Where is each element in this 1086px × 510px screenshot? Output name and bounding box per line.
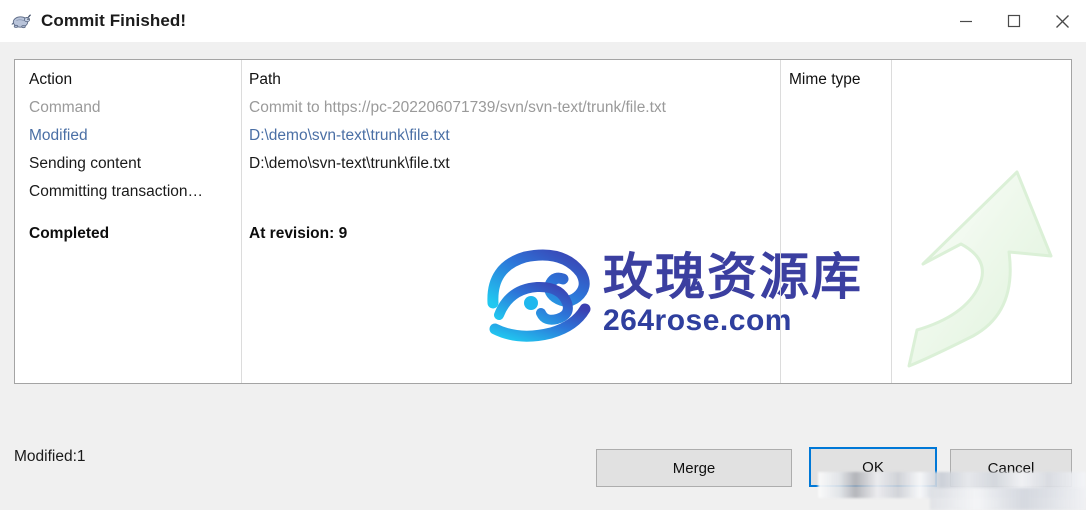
cancel-button[interactable]: Cancel: [950, 449, 1072, 487]
commit-log-list[interactable]: 玫瑰资源库 264rose.com Action Path Mime type …: [14, 59, 1072, 384]
minimize-icon[interactable]: [942, 0, 990, 42]
column-header-extra[interactable]: [899, 66, 1069, 93]
row-mime: [789, 122, 887, 149]
tortoise-icon: [10, 10, 32, 32]
merge-button[interactable]: Merge: [596, 449, 792, 487]
row-path: At revision: 9: [249, 225, 348, 242]
blurred-overlay-secondary: [930, 488, 1086, 510]
column-header-path[interactable]: Path: [249, 66, 773, 93]
table-row[interactable]: Committing transaction…: [15, 178, 1071, 205]
table-row[interactable]: Modified D:\demo\svn-text\trunk\file.txt: [15, 122, 1071, 149]
row-path: [249, 178, 773, 205]
table-row[interactable]: Completed At revision: 9: [15, 220, 1071, 247]
status-badge: Modified:1: [14, 448, 86, 465]
row-path: D:\demo\svn-text\trunk\file.txt: [249, 127, 450, 144]
window-title: Commit Finished!: [41, 11, 187, 30]
log-rows: Action Path Mime type Command Commit to …: [15, 60, 1071, 383]
column-header-mime-type[interactable]: Mime type: [789, 66, 887, 93]
dialog-body: 玫瑰资源库 264rose.com Action Path Mime type …: [0, 42, 1086, 510]
commit-finished-dialog: Commit Finished! 玫瑰资源库 264rose.com Actio…: [0, 0, 1086, 510]
table-row[interactable]: Sending content D:\demo\svn-text\trunk\f…: [15, 150, 1071, 177]
row-path: D:\demo\svn-text\trunk\file.txt: [249, 155, 450, 172]
list-header-row: Action Path Mime type: [15, 66, 1071, 93]
row-action: Command: [29, 99, 101, 116]
close-icon[interactable]: [1038, 0, 1086, 42]
row-mime: [789, 150, 887, 177]
row-path: Commit to https://pc-202206071739/svn/sv…: [249, 99, 666, 116]
row-action: Committing transaction…: [29, 183, 204, 200]
row-action: Sending content: [29, 155, 142, 172]
window-controls: [942, 0, 1086, 42]
maximize-icon[interactable]: [990, 0, 1038, 42]
table-row[interactable]: Command Commit to https://pc-20220607173…: [15, 94, 1071, 121]
ok-button[interactable]: OK: [809, 447, 937, 487]
row-mime: [789, 94, 887, 121]
titlebar: Commit Finished!: [0, 0, 1086, 42]
row-mime: [789, 178, 887, 205]
column-header-action[interactable]: Action: [29, 66, 235, 93]
row-mime: [789, 220, 887, 247]
row-action: Completed: [29, 225, 110, 242]
row-action: Modified: [29, 127, 88, 144]
